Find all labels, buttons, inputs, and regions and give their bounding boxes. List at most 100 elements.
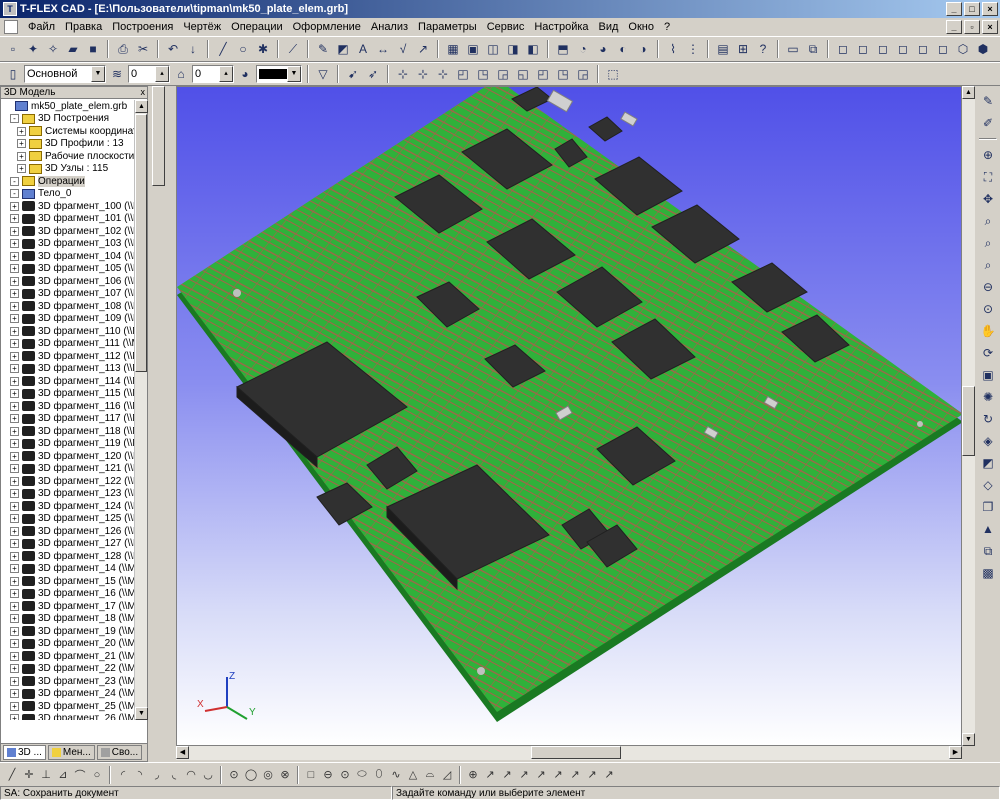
filter-icon[interactable]: ▽ — [314, 65, 332, 83]
tree-item[interactable]: +3D фрагмент_117 (\\Ma — [1, 413, 135, 426]
snap-quad-icon[interactable]: ↗ — [601, 766, 617, 784]
spin-icon[interactable]: ↻ — [979, 410, 997, 428]
snap-4-icon[interactable]: ◰ — [454, 65, 472, 83]
window-2d-icon[interactable]: ▭ — [784, 40, 802, 58]
open-icon[interactable]: ▰ — [64, 40, 82, 58]
tree-item[interactable]: - Операции — [1, 175, 135, 188]
tree-item[interactable]: +3D Профили : 13 — [1, 138, 135, 151]
boolean-icon[interactable]: ◐ — [614, 40, 632, 58]
oval2-tool-icon[interactable]: ⬯ — [371, 766, 387, 784]
zoom-prev-icon[interactable]: ⌕ — [979, 234, 997, 252]
zoom-window-icon[interactable]: ⛶ — [979, 168, 997, 186]
close-button[interactable]: × — [982, 2, 998, 16]
cut-icon[interactable]: ✂ — [134, 40, 152, 58]
tree-item[interactable]: +3D фрагмент_110 (\\Ma — [1, 325, 135, 338]
snap-near-icon[interactable]: ↗ — [567, 766, 583, 784]
tree-item[interactable]: +3D фрагмент_119 (\\Ma — [1, 438, 135, 451]
tree-item[interactable]: +3D фрагмент_104 (\\Ma — [1, 250, 135, 263]
spin-icon[interactable]: ▴ — [219, 66, 233, 82]
camera-icon[interactable]: ◈ — [979, 432, 997, 450]
dimension-icon[interactable]: ↔ — [374, 40, 392, 58]
snap-int-icon[interactable]: ↗ — [516, 766, 532, 784]
tree-item[interactable]: +3D фрагмент_107 (\\Ma — [1, 288, 135, 301]
arc-tool-6-icon[interactable]: ◡ — [200, 766, 216, 784]
tree-item[interactable]: + Системы координат — [1, 125, 135, 138]
expand-toggle-icon[interactable]: + — [10, 251, 19, 261]
menu-design[interactable]: Оформление — [293, 21, 361, 33]
scroll-up-icon[interactable]: ▲ — [135, 100, 148, 113]
window-3d-icon[interactable]: ⧉ — [804, 40, 822, 58]
expand-toggle-icon[interactable]: - — [10, 176, 19, 186]
menu-help[interactable]: ? — [664, 21, 670, 33]
viewport-vscrollbar[interactable]: ▲ ▼ — [962, 86, 975, 746]
tree-item[interactable]: +3D фрагмент_19 (\\Mair — [1, 625, 135, 638]
expand-toggle-icon[interactable]: + — [10, 289, 19, 299]
menu-parameters[interactable]: Параметры — [418, 21, 477, 33]
expand-toggle-icon[interactable]: + — [10, 576, 19, 586]
tree-item[interactable]: +3D Узлы : 115 — [1, 163, 135, 176]
select-all-icon[interactable]: ➶ — [364, 65, 382, 83]
viewport-hscroll-thumb[interactable] — [531, 746, 621, 759]
doc-close-button[interactable]: × — [982, 20, 998, 34]
layers-icon[interactable]: ◧ — [524, 40, 542, 58]
circle-2pt-icon[interactable]: ◯ — [243, 766, 259, 784]
zoom-fit-icon[interactable]: ✥ — [979, 190, 997, 208]
view-left-icon[interactable]: ◻ — [874, 40, 892, 58]
arc-tool-1-icon[interactable]: ◜ — [115, 766, 131, 784]
tree-item[interactable]: +3D фрагмент_16 (\\Mair — [1, 588, 135, 601]
tree-item[interactable]: +3D фрагмент_18 (\\Mair — [1, 613, 135, 626]
regenerate-icon[interactable]: ↓ — [184, 40, 202, 58]
tree-item[interactable]: +3D фрагмент_103 (\\Ma — [1, 238, 135, 251]
calculator-icon[interactable]: ▤ — [714, 40, 732, 58]
extrude-icon[interactable]: ⬒ — [554, 40, 572, 58]
level-icon[interactable]: ≋ — [108, 65, 126, 83]
tree-item[interactable]: +3D фрагмент_25 (\\Mair — [1, 700, 135, 713]
tree-item[interactable]: +3D фрагмент_114 (\\Ma — [1, 375, 135, 388]
level-field[interactable]: 0 ▴ — [128, 65, 170, 83]
cross-tool-icon[interactable]: ✛ — [21, 766, 37, 784]
circle-tool-icon[interactable]: ○ — [89, 766, 105, 784]
expand-toggle-icon[interactable]: + — [10, 226, 19, 236]
expand-toggle-icon[interactable]: + — [10, 601, 19, 611]
leader-icon[interactable]: ↗ — [414, 40, 432, 58]
zoom-out-icon[interactable]: ⊖ — [979, 278, 997, 296]
angle-tool-icon[interactable]: ⊥ — [38, 766, 54, 784]
expand-toggle-icon[interactable]: + — [10, 426, 19, 436]
expand-toggle-icon[interactable]: + — [10, 376, 19, 386]
expand-toggle-icon[interactable]: + — [10, 501, 19, 511]
expand-toggle-icon[interactable]: + — [10, 589, 19, 599]
new-3d-icon[interactable]: ✦ — [24, 40, 42, 58]
tree-item[interactable]: mk50_plate_elem.grb — [1, 100, 135, 113]
menu-drawing[interactable]: Чертёж — [183, 21, 221, 33]
expand-toggle-icon[interactable]: - — [10, 189, 19, 199]
snap-tan-icon[interactable]: ↗ — [550, 766, 566, 784]
model-tree-icon[interactable]: ⊞ — [734, 40, 752, 58]
tree-item[interactable]: +3D фрагмент_109 (\\Ma — [1, 313, 135, 326]
tree-item[interactable]: +3D фрагмент_101 (\\Ma — [1, 213, 135, 226]
tree-item[interactable]: +3D фрагмент_111 (\\Ma — [1, 338, 135, 351]
tree-item[interactable]: +3D фрагмент_105 (\\Ma — [1, 263, 135, 276]
menu-window[interactable]: Окно — [628, 21, 654, 33]
tab-menu[interactable]: Мен... — [47, 745, 95, 760]
line-tool-icon[interactable]: ╱ — [4, 766, 20, 784]
tree-item[interactable]: +3D фрагмент_20 (\\Mair — [1, 638, 135, 651]
perp-tool-icon[interactable]: ⊿ — [55, 766, 71, 784]
panel-splitter[interactable] — [148, 86, 172, 762]
viewport-vscroll-thumb[interactable] — [962, 386, 975, 456]
snap-mid-icon[interactable]: ↗ — [499, 766, 515, 784]
snap-10-icon[interactable]: ◲ — [574, 65, 592, 83]
snap-end-icon[interactable]: ↗ — [482, 766, 498, 784]
text-icon[interactable]: A — [354, 40, 372, 58]
tree-item[interactable]: +3D фрагмент_100 (\\Ma — [1, 200, 135, 213]
arc-tool-5-icon[interactable]: ◠ — [183, 766, 199, 784]
tree-item[interactable]: +3D фрагмент_106 (\\Ma — [1, 275, 135, 288]
scroll-up-icon[interactable]: ▲ — [962, 86, 975, 99]
expand-toggle-icon[interactable]: + — [10, 339, 19, 349]
picture-icon[interactable]: ▣ — [464, 40, 482, 58]
expand-toggle-icon[interactable]: + — [10, 239, 19, 249]
expand-toggle-icon[interactable]: + — [10, 539, 19, 549]
chip-small-4[interactable] — [588, 116, 623, 142]
snap-grid-icon[interactable]: ⊕ — [465, 766, 481, 784]
expand-toggle-icon[interactable]: + — [10, 439, 19, 449]
tree-item[interactable]: +3D фрагмент_108 (\\Ma — [1, 300, 135, 313]
